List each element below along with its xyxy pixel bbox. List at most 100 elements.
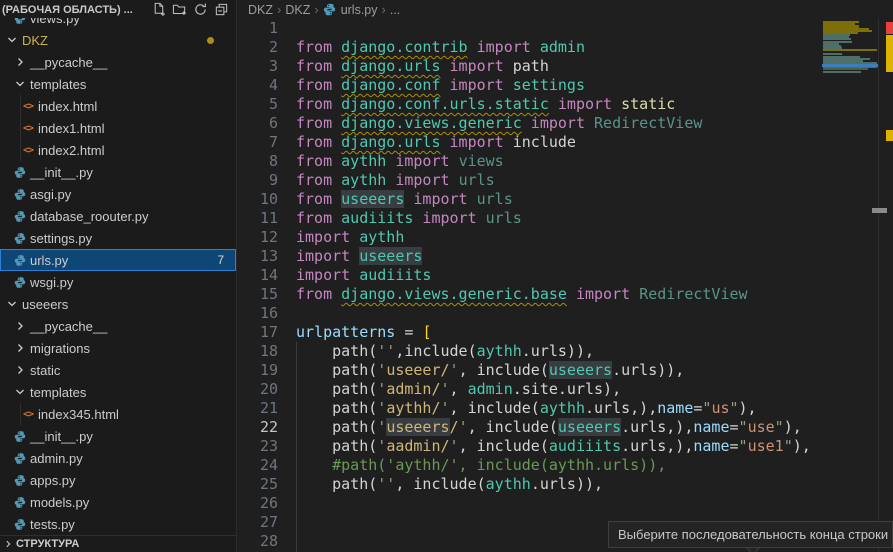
code-line[interactable]: from django.urls import include [296, 133, 811, 152]
code-line[interactable]: from django.conf import settings [296, 76, 811, 95]
line-number[interactable]: 1 [238, 19, 278, 38]
code-line[interactable]: path('admin/', admin.site.urls), [296, 380, 811, 399]
tree-item-wsgi-py[interactable]: wsgi.py [0, 271, 236, 293]
tree-item-apps-py[interactable]: apps.py [0, 469, 236, 491]
tree-item-tests-py[interactable]: tests.py [0, 513, 236, 535]
tree-item-templates[interactable]: templates [0, 73, 236, 95]
line-number[interactable]: 21 [238, 399, 278, 418]
tree-item-label: admin.py [30, 451, 83, 466]
code-line[interactable]: path('useeer/', include(useeers.urls)), [296, 361, 811, 380]
tree-item-index-html[interactable]: <>index.html [0, 95, 236, 117]
new-file-button[interactable] [150, 2, 167, 17]
line-number[interactable]: 15 [238, 285, 278, 304]
tree-item-dkz[interactable]: DKZ [0, 29, 236, 51]
line-number[interactable]: 4 [238, 76, 278, 95]
python-icon [14, 187, 26, 201]
tree-item-migrations[interactable]: migrations [0, 337, 236, 359]
ruler-cursor-mark [872, 208, 887, 213]
outline-section-header[interactable]: СТРУКТУРА [0, 535, 236, 552]
line-number[interactable]: 2 [238, 38, 278, 57]
tree-item-templates[interactable]: templates [0, 381, 236, 403]
code-line[interactable]: path('',include(aythh.urls)), [296, 342, 811, 361]
line-number[interactable]: 16 [238, 304, 278, 323]
line-number[interactable]: 17 [238, 323, 278, 342]
code-line[interactable]: from django.conf.urls.static import stat… [296, 95, 811, 114]
explorer-section-header[interactable]: (РАБОЧАЯ ОБЛАСТЬ) ... [0, 0, 236, 18]
code-line[interactable] [296, 494, 811, 513]
tree-item-useeers[interactable]: useeers [0, 293, 236, 315]
code-line[interactable]: from aythh import views [296, 152, 811, 171]
tree-item-index345-html[interactable]: <>index345.html [0, 403, 236, 425]
tree-item-label: useeers [22, 297, 68, 312]
minimap[interactable] [822, 19, 878, 552]
breadcrumb-item[interactable]: DKZ [248, 3, 273, 17]
tree-item-database-roouter-py[interactable]: database_roouter.py [0, 205, 236, 227]
code-line[interactable]: import useeers [296, 247, 811, 266]
line-number[interactable]: 26 [238, 494, 278, 513]
line-number[interactable]: 12 [238, 228, 278, 247]
breadcrumb-item[interactable]: ... [390, 3, 400, 17]
line-number[interactable]: 28 [238, 532, 278, 551]
tree-item-static[interactable]: static [0, 359, 236, 381]
code-line[interactable]: from aythh import urls [296, 171, 811, 190]
line-number[interactable]: 10 [238, 190, 278, 209]
line-number[interactable]: 5 [238, 95, 278, 114]
breadcrumb-item[interactable]: DKZ [285, 3, 310, 17]
code-line[interactable]: path('aythh/', include(aythh.urls,),name… [296, 399, 811, 418]
line-number[interactable]: 24 [238, 456, 278, 475]
overview-ruler[interactable] [878, 19, 893, 552]
line-number[interactable]: 6 [238, 114, 278, 133]
tree-item-init-py[interactable]: __init__.py [0, 161, 236, 183]
line-number[interactable]: 18 [238, 342, 278, 361]
tree-item-pycache[interactable]: __pycache__ [0, 51, 236, 73]
tree-item-models-py[interactable]: models.py [0, 491, 236, 513]
line-number[interactable]: 23 [238, 437, 278, 456]
problems-badge: 7 [217, 253, 224, 267]
new-folder-button[interactable] [171, 2, 188, 17]
line-number[interactable]: 9 [238, 171, 278, 190]
line-number[interactable]: 25 [238, 475, 278, 494]
chevron-right-icon [3, 539, 13, 549]
code-line[interactable]: from django.urls import path [296, 57, 811, 76]
code-line[interactable]: path('', include(aythh.urls)), [296, 475, 811, 494]
line-number[interactable]: 22 [238, 418, 278, 437]
code-line[interactable]: #path('aythh/', include(aythh.urls)), [296, 456, 811, 475]
tree-item-index1-html[interactable]: <>index1.html [0, 117, 236, 139]
line-number[interactable]: 3 [238, 57, 278, 76]
code-line[interactable]: from django.views.generic import Redirec… [296, 114, 811, 133]
line-number[interactable]: 20 [238, 380, 278, 399]
tree-item-admin-py[interactable]: admin.py [0, 447, 236, 469]
code-line[interactable]: from django.contrib import admin [296, 38, 811, 57]
collapse-all-button[interactable] [213, 2, 230, 17]
tree-item-asgi-py[interactable]: asgi.py [0, 183, 236, 205]
line-number[interactable]: 14 [238, 266, 278, 285]
tree-item-urls-py[interactable]: urls.py7 [0, 249, 236, 271]
explorer-actions [146, 2, 230, 17]
code-line[interactable]: path('useeers/', include(useeers.urls,),… [296, 418, 811, 437]
code-line[interactable]: from audiiits import urls [296, 209, 811, 228]
code-line[interactable] [296, 19, 811, 38]
line-number[interactable]: 13 [238, 247, 278, 266]
code-line[interactable]: from django.views.generic.base import Re… [296, 285, 811, 304]
code-line[interactable]: import audiiits [296, 266, 811, 285]
python-icon [14, 429, 26, 443]
line-number[interactable]: 8 [238, 152, 278, 171]
line-number[interactable]: 11 [238, 209, 278, 228]
line-number[interactable]: 7 [238, 133, 278, 152]
html-icon: <> [22, 407, 34, 421]
code-line[interactable] [296, 304, 811, 323]
tree-item-index2-html[interactable]: <>index2.html [0, 139, 236, 161]
line-number[interactable]: 27 [238, 513, 278, 532]
code-line[interactable]: from useeers import urls [296, 190, 811, 209]
tooltip-text: Выберите последовательность конца строки [618, 527, 888, 542]
tree-item-init-py[interactable]: __init__.py [0, 425, 236, 447]
line-number[interactable]: 19 [238, 361, 278, 380]
refresh-button[interactable] [192, 2, 209, 17]
tree-item-settings-py[interactable]: settings.py [0, 227, 236, 249]
code-line[interactable]: path('aadmin/', include(audiiits.urls,),… [296, 437, 811, 456]
code-line[interactable]: urlpatterns = [ [296, 323, 811, 342]
tree-item-pycache[interactable]: __pycache__ [0, 315, 236, 337]
breadcrumb-item[interactable]: urls.py [341, 3, 378, 17]
code-line[interactable]: import aythh [296, 228, 811, 247]
chevron-down-icon [14, 385, 26, 399]
